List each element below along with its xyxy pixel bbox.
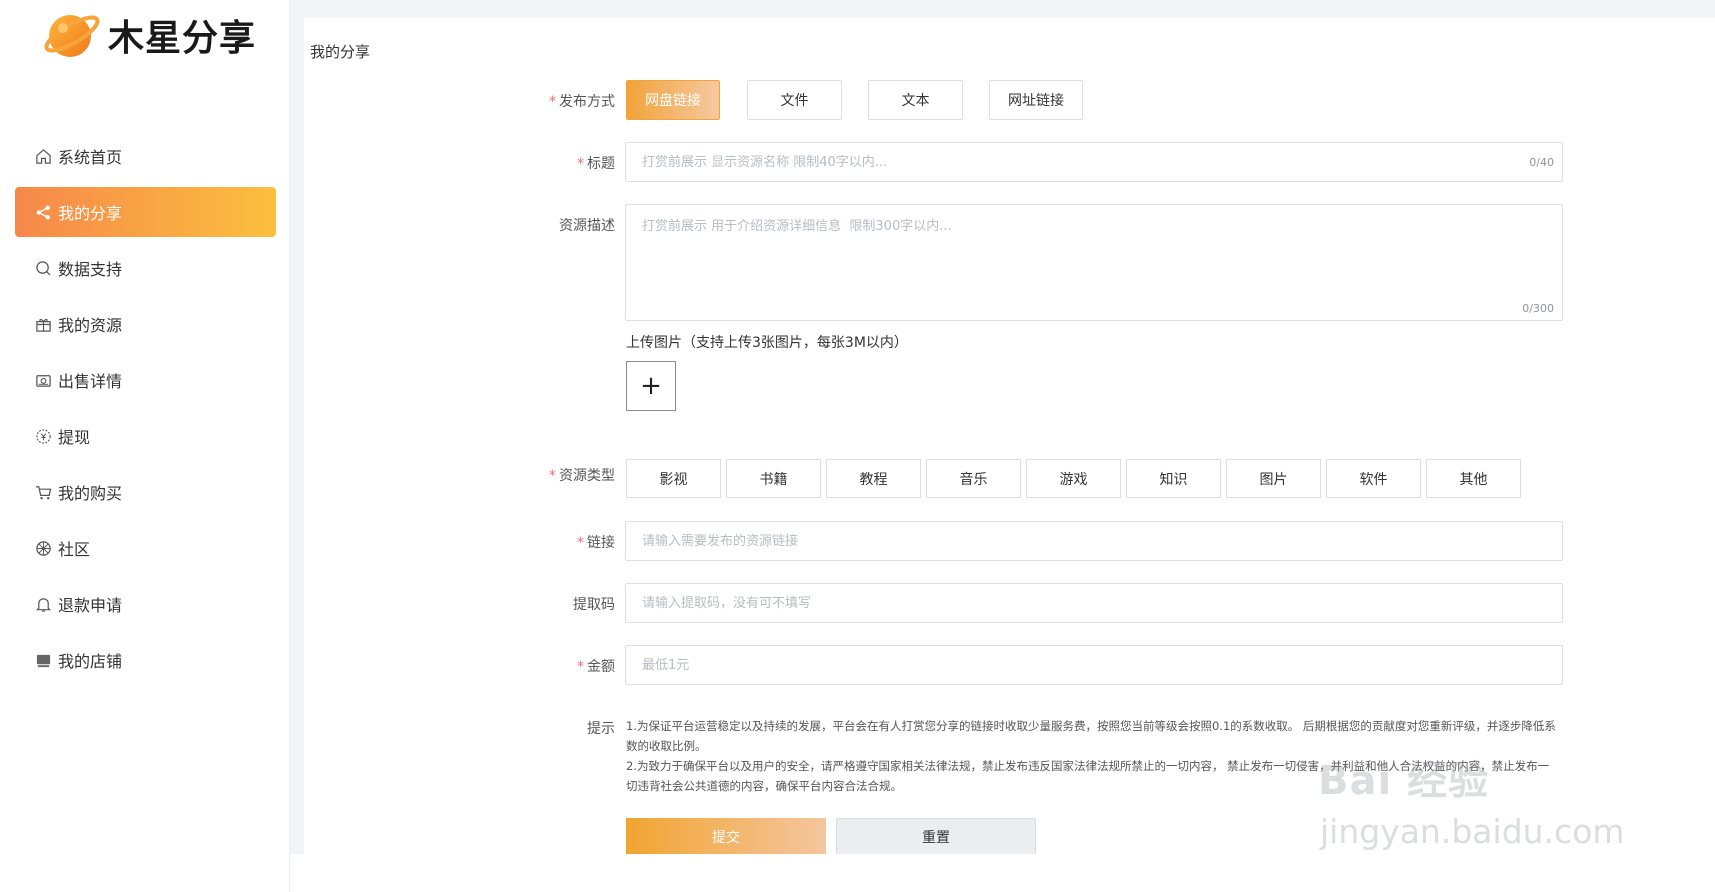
description-label-text: 资源描述 [559,218,615,234]
coin-icon [36,428,51,444]
type-video-button[interactable]: 影视 [626,459,721,498]
watermark-url-text: jingyan.baidu.com [1320,812,1625,851]
title-char-counter: 0/40 [1529,156,1554,169]
wallet-icon [36,374,51,387]
plus-icon: + [640,371,662,401]
sidebar-item-label: 提现 [58,428,91,447]
watermark-top-text: Bai 经验 [1318,758,1490,804]
amount-label-text: 金额 [587,659,615,675]
page-title: 我的分享 [310,43,371,61]
reset-button[interactable]: 重置 [836,818,1036,856]
required-mark: * [577,659,584,675]
type-books-button[interactable]: 书籍 [726,459,821,498]
extraction-code-label-text: 提取码 [573,597,615,613]
type-image-button[interactable]: 图片 [1226,459,1321,498]
publish-method-label-text: 发布方式 [559,94,615,110]
description-char-counter: 0/300 [1522,302,1554,315]
store-icon [36,654,51,667]
sidebar-item-my-purchases[interactable]: 我的购买 [15,467,276,517]
sidebar-item-label: 我的购买 [58,484,123,503]
resource-type-label: * 资源类型 [475,465,615,485]
sidebar: 木星分享 系统首页 我的分享 数据支持 我的资源 出售详情 提现 我的购买 社区… [0,0,290,892]
submit-button[interactable]: 提交 [626,818,826,856]
search-icon [36,260,51,276]
sidebar-item-sale-details[interactable]: 出售详情 [15,355,276,405]
sidebar-item-label: 我的资源 [58,316,123,335]
upload-image-button[interactable]: + [626,361,676,411]
baidu-jingyan-watermark: Bai 经验 jingyan.baidu.com [1318,748,1668,858]
sidebar-item-label: 系统首页 [58,148,123,167]
method-netdisk-link-button[interactable]: 网盘链接 [626,80,720,120]
upload-label: 上传图片（支持上传3张图片，每张3M以内） [626,335,908,351]
link-label: * 链接 [475,532,615,552]
sidebar-item-label: 数据支持 [58,260,123,279]
required-mark: * [577,535,584,551]
type-game-button[interactable]: 游戏 [1026,459,1121,498]
home-icon [36,148,51,164]
title-label-text: 标题 [587,156,615,172]
app-root: 木星分享 系统首页 我的分享 数据支持 我的资源 出售详情 提现 我的购买 社区… [0,0,1715,892]
type-tutorial-button[interactable]: 教程 [826,459,921,498]
share-icon [36,205,50,219]
title-input[interactable] [626,143,1562,181]
sidebar-item-community[interactable]: 社区 [15,523,276,573]
amount-label: * 金额 [475,656,615,676]
sidebar-item-data-support[interactable]: 数据支持 [15,243,276,293]
sidebar-item-home[interactable]: 系统首页 [15,131,276,181]
required-mark: * [577,156,584,172]
sidebar-item-label: 社区 [58,540,91,559]
planet-logo-icon [44,15,100,57]
title-label: * 标题 [475,153,615,173]
extraction-code-field [625,583,1563,623]
sidebar-item-label: 我的分享 [58,204,123,223]
sidebar-item-label: 出售详情 [58,372,123,391]
sidebar-nav: 系统首页 我的分享 数据支持 我的资源 出售详情 提现 我的购买 社区 退款申请… [15,131,276,691]
method-file-button[interactable]: 文件 [747,80,842,120]
description-label: 资源描述 [475,215,615,235]
link-input[interactable] [626,522,1562,560]
method-url-link-button[interactable]: 网址链接 [989,80,1083,120]
sidebar-item-label: 退款申请 [58,596,123,615]
amount-field [625,645,1563,685]
type-music-button[interactable]: 音乐 [926,459,1021,498]
sidebar-item-my-resources[interactable]: 我的资源 [15,299,276,349]
tips-label: 提示 [475,718,615,738]
publish-method-label: * 发布方式 [475,91,615,111]
sidebar-item-my-store[interactable]: 我的店铺 [15,635,276,685]
community-icon [36,540,51,556]
type-software-button[interactable]: 软件 [1326,459,1421,498]
sidebar-item-refund[interactable]: 退款申请 [15,579,276,629]
bell-icon [35,597,52,612]
resource-type-label-text: 资源类型 [559,468,615,484]
brand-name: 木星分享 [108,18,257,59]
bottom-strip [290,854,1715,892]
cart-icon [35,485,52,499]
sidebar-item-withdraw[interactable]: 提现 [15,411,276,461]
extraction-code-label: 提取码 [475,594,615,614]
amount-input[interactable] [626,646,1562,684]
tips-label-text: 提示 [587,721,615,737]
link-label-text: 链接 [587,535,615,551]
type-knowledge-button[interactable]: 知识 [1126,459,1221,498]
extraction-code-input[interactable] [626,584,1562,622]
method-text-button[interactable]: 文本 [868,80,963,120]
sidebar-item-my-share[interactable]: 我的分享 [15,187,276,237]
description-field: 0/300 [625,204,1563,321]
required-mark: * [549,468,556,484]
sidebar-item-label: 我的店铺 [58,652,123,671]
gift-icon [36,318,51,332]
type-other-button[interactable]: 其他 [1426,459,1521,498]
description-textarea[interactable] [626,205,1562,320]
link-field [625,521,1563,561]
title-field: 0/40 [625,142,1563,182]
required-mark: * [549,94,556,110]
logo[interactable]: 木星分享 [42,6,256,64]
